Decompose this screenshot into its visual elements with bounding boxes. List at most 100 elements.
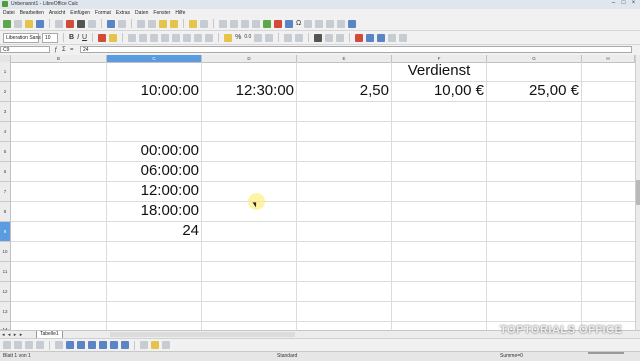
autofilter-icon[interactable] bbox=[252, 19, 260, 28]
stars-icon[interactable] bbox=[121, 341, 129, 349]
highlight-color-icon[interactable] bbox=[109, 33, 118, 42]
row-header-2[interactable]: 2 bbox=[0, 82, 11, 102]
align-middle-icon[interactable] bbox=[194, 33, 203, 42]
align-center-icon[interactable] bbox=[139, 33, 148, 42]
font-name-select[interactable]: Liberation Sans bbox=[3, 32, 41, 43]
rectangle-icon[interactable] bbox=[25, 341, 33, 349]
undo-icon[interactable] bbox=[189, 19, 197, 28]
print-icon[interactable] bbox=[77, 19, 85, 28]
toggle-extrusion-icon[interactable] bbox=[162, 341, 170, 349]
close-button[interactable]: × bbox=[629, 0, 638, 7]
currency-format-icon[interactable] bbox=[224, 33, 233, 42]
name-box[interactable]: C9 bbox=[0, 46, 50, 53]
cell-c6[interactable]: 06:00:00 bbox=[107, 162, 199, 180]
text-box-icon[interactable] bbox=[140, 341, 148, 349]
save-icon[interactable] bbox=[36, 19, 44, 28]
flowchart-icon[interactable] bbox=[99, 341, 107, 349]
callouts-icon[interactable] bbox=[110, 341, 118, 349]
special-character-icon[interactable]: Ω bbox=[296, 19, 301, 28]
merge-cells-icon[interactable] bbox=[172, 33, 181, 42]
cell-c5[interactable]: 00:00:00 bbox=[107, 142, 199, 160]
insert-row-icon[interactable] bbox=[366, 33, 375, 42]
font-size-select[interactable]: 10 bbox=[42, 32, 58, 43]
print-preview-icon[interactable] bbox=[88, 19, 96, 28]
column-header-d[interactable]: D bbox=[202, 55, 297, 62]
row-header-11[interactable]: 11 bbox=[0, 262, 11, 282]
column-header-h[interactable]: H bbox=[582, 55, 635, 62]
curve-icon[interactable] bbox=[55, 341, 63, 349]
split-window-icon[interactable] bbox=[337, 19, 346, 28]
border-style-icon[interactable] bbox=[325, 33, 334, 42]
open-folder-icon[interactable] bbox=[25, 19, 33, 28]
freeze-rows-icon[interactable] bbox=[326, 19, 335, 28]
menu-insert[interactable]: Einfügen bbox=[70, 9, 90, 17]
menu-edit[interactable]: Bearbeiten bbox=[20, 9, 44, 17]
border-color-icon[interactable] bbox=[336, 33, 345, 42]
block-arrows-icon[interactable] bbox=[88, 341, 96, 349]
cell-f2[interactable]: 10,00 € bbox=[392, 82, 484, 100]
symbol-shapes-icon[interactable] bbox=[77, 341, 85, 349]
menu-view[interactable]: Ansicht bbox=[49, 9, 65, 17]
conditional-format-icon[interactable] bbox=[355, 33, 364, 42]
vertical-scrollbar[interactable] bbox=[635, 55, 640, 330]
template-icon[interactable] bbox=[14, 19, 22, 28]
basic-shapes-icon[interactable] bbox=[66, 341, 74, 349]
row-header-6[interactable]: 6 bbox=[0, 162, 11, 182]
borders-icon[interactable] bbox=[314, 33, 323, 42]
maximize-button[interactable]: □ bbox=[619, 0, 628, 7]
column-header-e[interactable]: E bbox=[297, 55, 392, 62]
edit-file-icon[interactable] bbox=[55, 19, 63, 28]
column-header-c[interactable]: C bbox=[107, 55, 202, 62]
menu-help[interactable]: Hilfe bbox=[175, 9, 185, 17]
insert-chart-icon[interactable] bbox=[274, 19, 282, 28]
menu-data[interactable]: Daten bbox=[135, 9, 148, 17]
delete-column-icon[interactable] bbox=[399, 33, 408, 42]
menu-window[interactable]: Fenster bbox=[153, 9, 170, 17]
insert-image-icon[interactable] bbox=[263, 19, 271, 28]
increase-indent-icon[interactable] bbox=[284, 33, 293, 42]
autospellcheck-icon[interactable] bbox=[118, 19, 126, 28]
ellipse-icon[interactable] bbox=[36, 341, 44, 349]
cell-e2[interactable]: 2,50 bbox=[297, 82, 389, 100]
zoom-slider[interactable] bbox=[588, 352, 624, 354]
delete-row-icon[interactable] bbox=[388, 33, 397, 42]
cell-f1[interactable]: Verdienst bbox=[392, 62, 486, 80]
sum-icon[interactable]: Σ bbox=[62, 46, 66, 54]
cell-c9[interactable]: 24 bbox=[107, 222, 199, 240]
row-header-13[interactable]: 13 bbox=[0, 302, 11, 322]
select-all-corner[interactable] bbox=[0, 55, 11, 62]
cell-c7[interactable]: 12:00:00 bbox=[107, 182, 199, 200]
row-header-10[interactable]: 10 bbox=[0, 242, 11, 262]
spellcheck-icon[interactable] bbox=[107, 19, 115, 28]
menu-format[interactable]: Format bbox=[95, 9, 111, 17]
row-header-4[interactable]: 4 bbox=[0, 122, 11, 142]
underline-icon[interactable]: U bbox=[82, 33, 87, 42]
decrease-indent-icon[interactable] bbox=[295, 33, 304, 42]
export-pdf-icon[interactable] bbox=[66, 19, 74, 28]
paste-icon[interactable] bbox=[159, 19, 167, 28]
bold-icon[interactable]: B bbox=[69, 33, 74, 42]
justify-icon[interactable] bbox=[161, 33, 170, 42]
cut-icon[interactable] bbox=[137, 19, 145, 28]
define-print-area-icon[interactable] bbox=[315, 19, 324, 28]
add-decimal-icon[interactable] bbox=[254, 33, 263, 42]
new-document-icon[interactable] bbox=[3, 19, 11, 28]
cell-d2[interactable]: 12:30:00 bbox=[202, 82, 294, 100]
row-header-1[interactable]: 1 bbox=[0, 62, 11, 82]
cell-c2[interactable]: 10:00:00 bbox=[107, 82, 199, 100]
hyperlink-icon[interactable] bbox=[219, 19, 227, 28]
fontwork-icon[interactable] bbox=[151, 341, 159, 349]
align-left-icon[interactable] bbox=[128, 33, 137, 42]
select-pointer-icon[interactable] bbox=[3, 341, 11, 349]
menu-file[interactable]: Datei bbox=[3, 9, 15, 17]
sort-descending-icon[interactable] bbox=[241, 19, 249, 28]
font-color-icon[interactable] bbox=[98, 33, 107, 42]
fx-icon[interactable]: ƒ bbox=[54, 46, 57, 54]
horizontal-scrollbar[interactable] bbox=[110, 332, 295, 337]
menu-tools[interactable]: Extras bbox=[116, 9, 130, 17]
column-header-g[interactable]: G bbox=[487, 55, 582, 62]
cell-c8[interactable]: 18:00:00 bbox=[107, 202, 199, 220]
equals-icon[interactable]: = bbox=[70, 46, 74, 54]
clone-format-icon[interactable] bbox=[170, 19, 178, 28]
row-header-5[interactable]: 5 bbox=[0, 142, 11, 162]
